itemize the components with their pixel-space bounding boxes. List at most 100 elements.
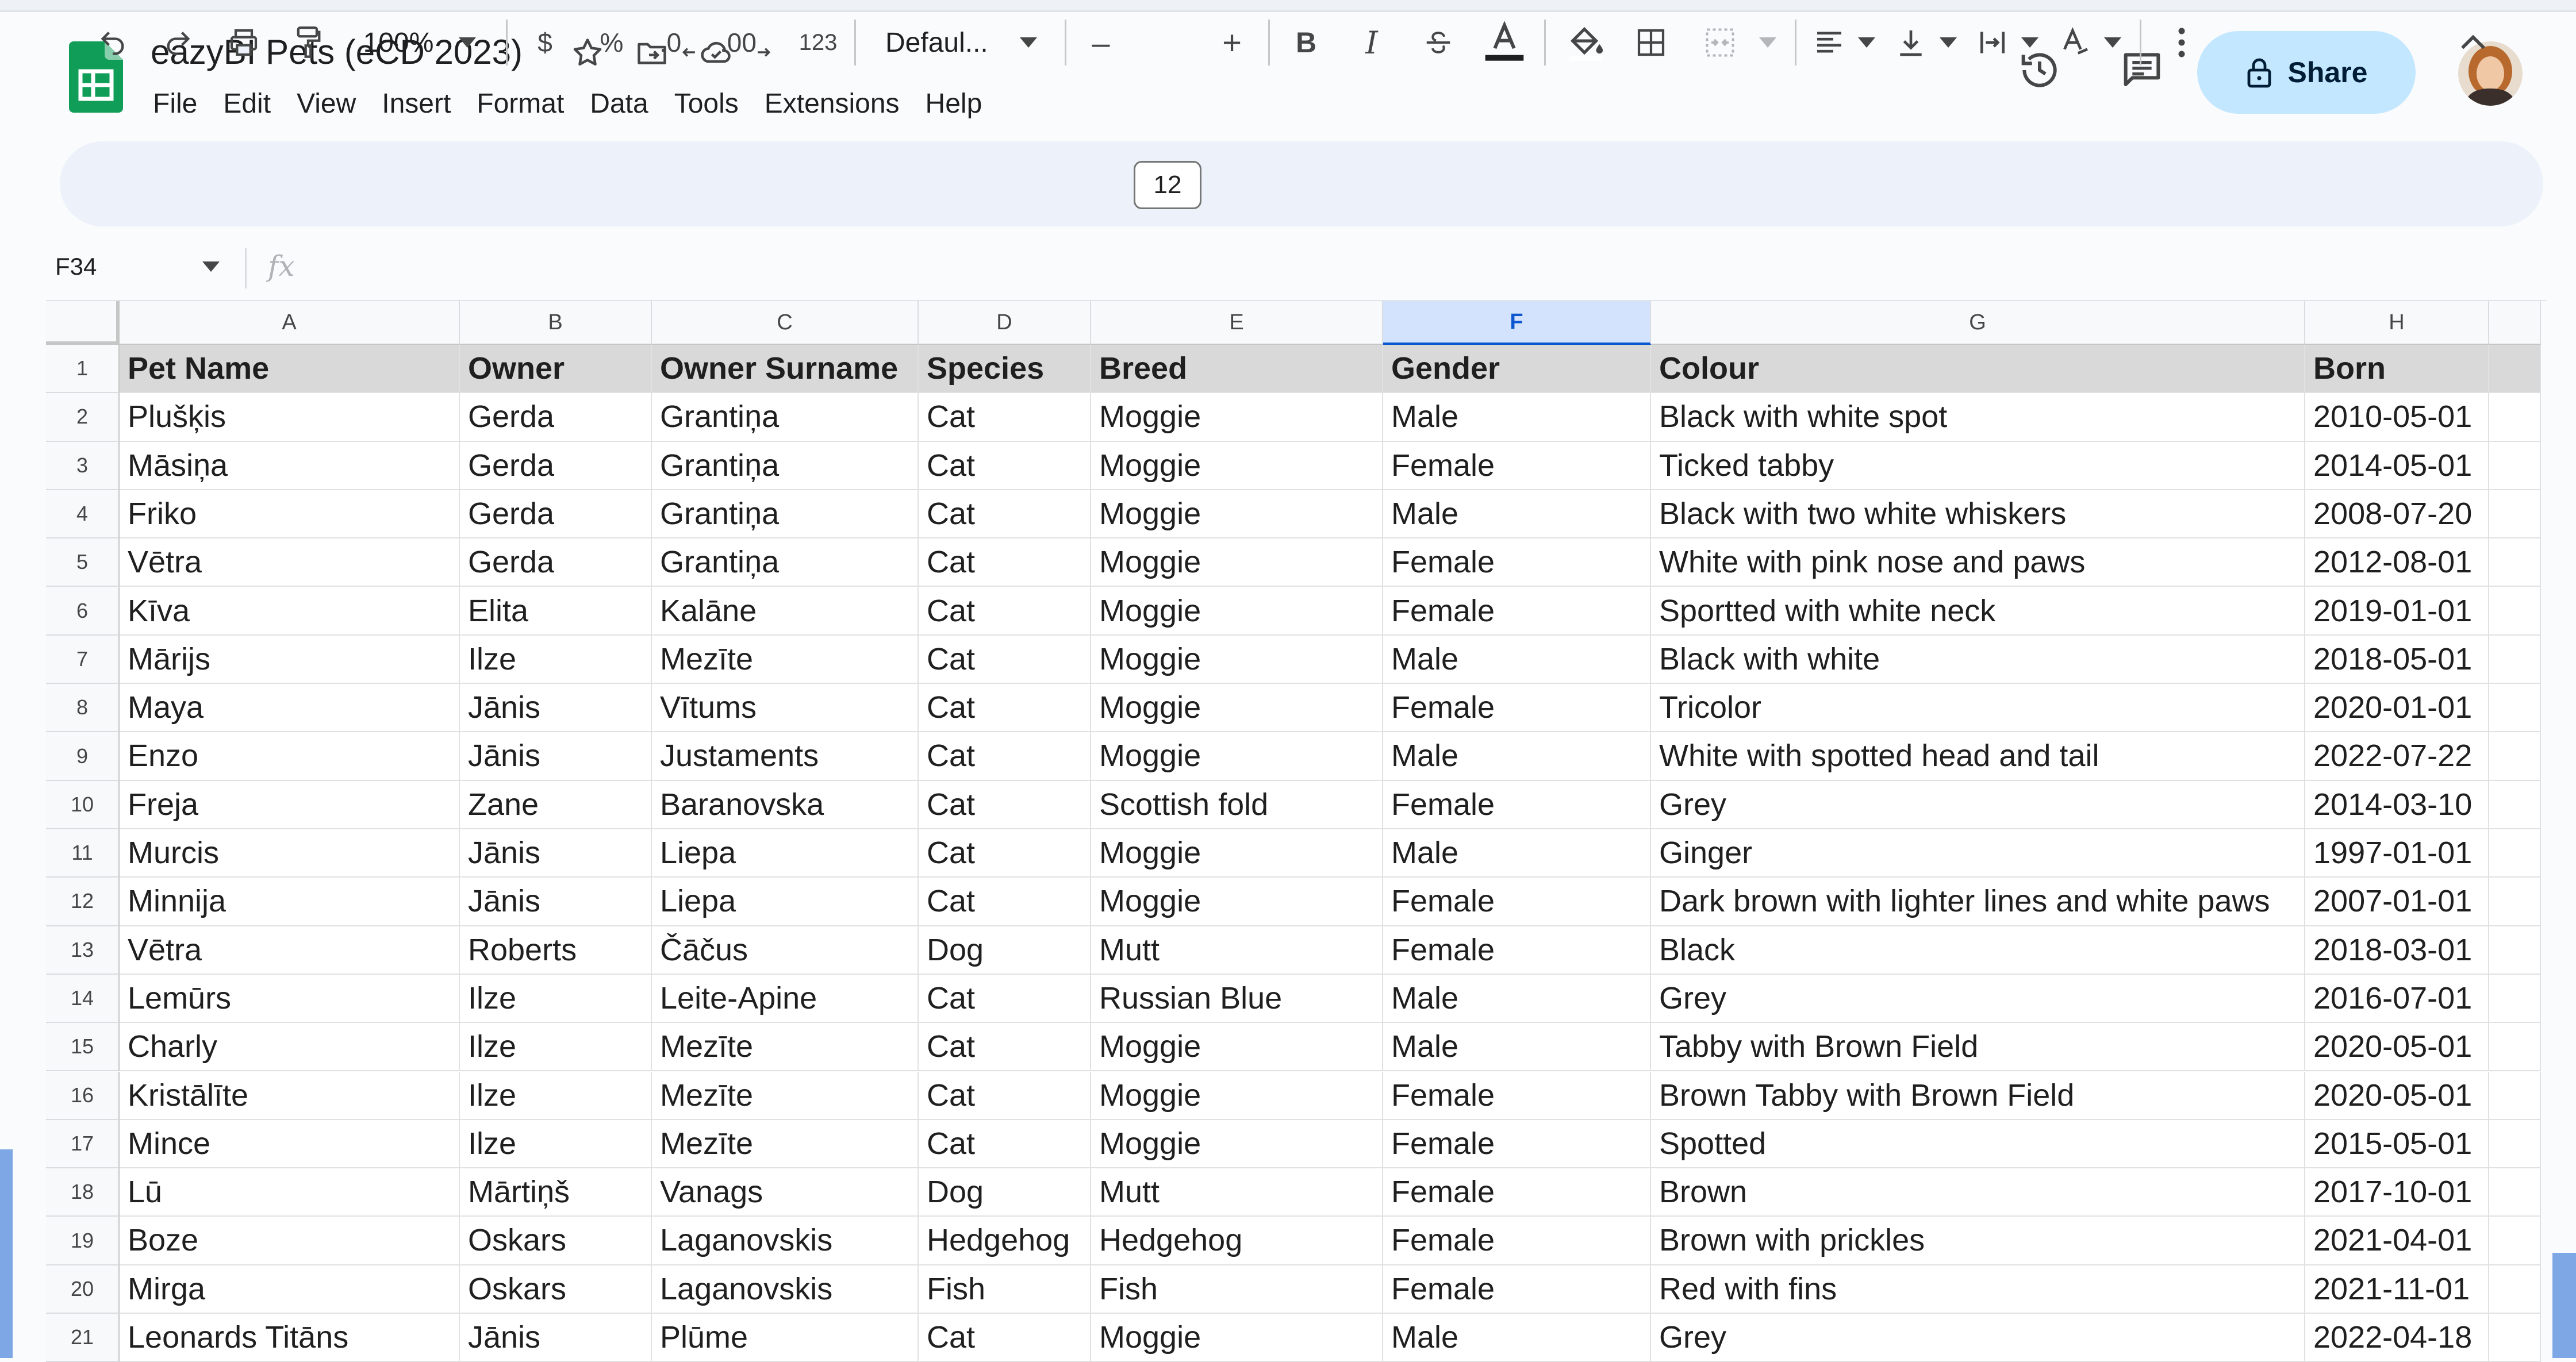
row-header[interactable]: 10 [46,780,120,829]
text-rotation-icon[interactable] [2052,0,2098,85]
table-cell[interactable]: Cat [919,974,1091,1024]
redo-icon[interactable] [155,0,201,85]
paint-format-icon[interactable] [285,0,331,85]
horizontal-align-icon[interactable] [1806,0,1852,85]
table-cell[interactable]: Brown Tabby with Brown Field [1651,1071,2305,1120]
table-cell[interactable]: Mezīte [652,1023,919,1072]
header-cell[interactable]: Owner Surname [652,345,919,394]
row-header[interactable]: 20 [46,1265,120,1314]
row-header[interactable]: 11 [46,829,120,878]
row-header[interactable]: 16 [46,1071,120,1120]
table-cell[interactable]: Moggie [1091,635,1383,684]
vertical-align-icon[interactable] [1888,0,1934,85]
table-cell[interactable]: Mutt [1091,1168,1383,1217]
empty-cell[interactable] [2489,732,2541,781]
menu-format[interactable]: Format [474,84,579,124]
table-cell[interactable]: 2022-04-18 [2305,1314,2489,1362]
table-cell[interactable]: Tricolor [1651,684,2305,733]
table-cell[interactable]: Cat [919,1119,1091,1169]
table-cell[interactable]: Grantiņa [652,393,919,442]
table-cell[interactable]: Russian Blue [1091,974,1383,1024]
table-cell[interactable]: Cat [919,732,1091,781]
table-cell[interactable]: Female [1383,1119,1651,1169]
table-cell[interactable]: Cat [919,1314,1091,1362]
column-header-overflow[interactable] [2489,301,2541,345]
table-cell[interactable]: Black [1651,926,2305,975]
table-cell[interactable]: 2016-07-01 [2305,974,2489,1024]
table-cell[interactable]: Vētra [120,926,460,975]
table-cell[interactable]: Plūme [652,1314,919,1362]
table-cell[interactable]: Ticked tabby [1651,441,2305,490]
table-cell[interactable]: 2015-05-01 [2305,1119,2489,1169]
table-cell[interactable]: Liepa [652,878,919,926]
table-cell[interactable]: Red with fins [1651,1265,2305,1314]
row-header[interactable]: 6 [46,587,120,636]
table-cell[interactable]: Vītums [652,684,919,733]
header-cell[interactable]: Born [2305,345,2489,394]
menu-tools[interactable]: Tools [672,84,754,124]
table-cell[interactable]: Jānis [460,684,652,733]
table-cell[interactable]: 2019-01-01 [2305,587,2489,636]
table-cell[interactable]: Dog [919,926,1091,975]
empty-cell[interactable] [2489,441,2541,490]
menu-edit[interactable]: Edit [221,84,286,124]
table-cell[interactable]: Minnija [120,878,460,926]
table-cell[interactable]: Female [1383,1265,1651,1314]
table-cell[interactable]: Female [1383,1217,1651,1265]
table-cell[interactable]: Female [1383,587,1651,636]
table-cell[interactable]: Jānis [460,829,652,878]
name-box[interactable]: F34 [55,253,97,280]
table-cell[interactable]: Moggie [1091,441,1383,490]
table-cell[interactable]: Lemūrs [120,974,460,1024]
table-cell[interactable]: Male [1383,490,1651,539]
fill-color-icon[interactable] [1560,0,1612,85]
empty-cell[interactable] [2489,1119,2541,1169]
table-cell[interactable]: Ilze [460,635,652,684]
empty-cell[interactable] [2489,1071,2541,1120]
table-cell[interactable]: Female [1383,538,1651,587]
table-cell[interactable]: 2017-10-01 [2305,1168,2489,1217]
column-header-h[interactable]: H [2305,301,2489,345]
row-header[interactable]: 18 [46,1168,120,1217]
decrease-font-size-button[interactable]: – [1081,0,1121,85]
table-cell[interactable]: Moggie [1091,878,1383,926]
table-cell[interactable]: Cat [919,490,1091,539]
empty-cell[interactable] [2489,490,2541,539]
text-color-icon[interactable] [1479,0,1530,85]
table-cell[interactable]: Female [1383,441,1651,490]
merge-cells-icon[interactable] [1697,0,1743,85]
table-cell[interactable]: Black with two white whiskers [1651,490,2305,539]
chevron-down-icon[interactable] [453,0,482,85]
more-options-icon[interactable] [2162,0,2202,85]
table-cell[interactable]: Ginger [1651,829,2305,878]
number-format-button[interactable]: 123 [786,0,850,85]
row-header[interactable]: 1 [46,345,120,394]
table-cell[interactable]: Moggie [1091,490,1383,539]
table-cell[interactable]: Oskars [460,1265,652,1314]
column-header-f[interactable]: F [1383,301,1651,345]
empty-cell[interactable] [2489,780,2541,829]
header-cell[interactable]: Pet Name [120,345,460,394]
table-cell[interactable]: Female [1383,684,1651,733]
table-cell[interactable]: Grey [1651,974,2305,1024]
table-cell[interactable]: Elita [460,587,652,636]
table-cell[interactable]: Grey [1651,1314,2305,1362]
increase-font-size-button[interactable]: + [1212,0,1252,85]
table-cell[interactable]: Kristālīte [120,1071,460,1120]
table-cell[interactable]: Roberts [460,926,652,975]
table-cell[interactable]: Jānis [460,732,652,781]
table-cell[interactable]: Mutt [1091,926,1383,975]
table-cell[interactable]: Enzo [120,732,460,781]
table-cell[interactable]: 2021-04-01 [2305,1217,2489,1265]
menu-view[interactable]: View [294,84,371,124]
table-cell[interactable]: Grantiņa [652,490,919,539]
table-cell[interactable]: Male [1383,1314,1651,1362]
empty-cell[interactable] [2489,974,2541,1024]
table-cell[interactable]: Zane [460,780,652,829]
row-header[interactable]: 4 [46,490,120,539]
table-cell[interactable]: Cat [919,684,1091,733]
bold-button[interactable]: B [1283,0,1329,85]
table-cell[interactable]: Black with white spot [1651,393,2305,442]
table-cell[interactable]: Moggie [1091,684,1383,733]
header-cell[interactable]: Owner [460,345,652,394]
